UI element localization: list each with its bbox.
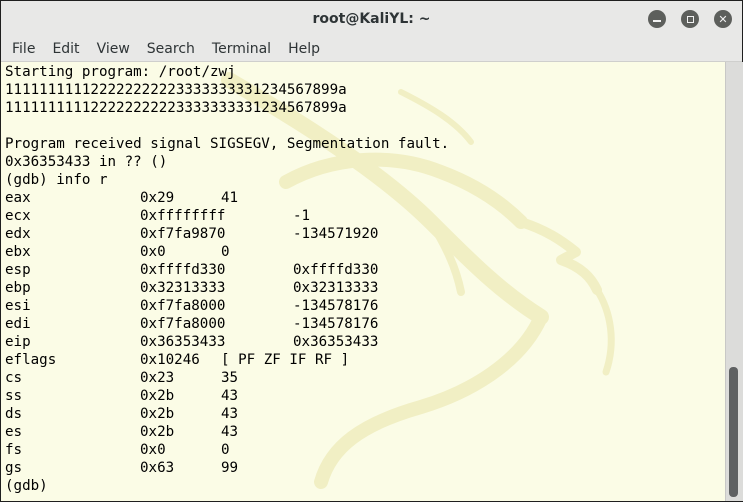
register-hex: 0x36353433 (140, 334, 226, 350)
register-value: 0x32313333 (293, 280, 379, 296)
register-row-cs: cs 0x23 35 (5, 369, 449, 387)
register-value: 0 (221, 244, 230, 260)
maximize-icon[interactable] (681, 10, 699, 28)
register-name: cs (5, 370, 23, 386)
register-row-ebp: ebp 0x32313333 0x32313333 (5, 279, 449, 297)
register-row-esp: esp 0xffffd330 0xffffd330 (5, 261, 449, 279)
register-row-edi: edi 0xf7fa8000 -134578176 (5, 315, 449, 333)
menu-view[interactable]: View (91, 37, 136, 61)
register-value: 43 (221, 424, 239, 440)
register-name: esi (5, 298, 31, 314)
register-hex: 0x32313333 (140, 280, 226, 296)
register-hex: 0x2b (140, 388, 175, 404)
register-hex: 0x0 (140, 442, 166, 458)
register-value: -1 (293, 208, 311, 224)
close-icon[interactable]: ✕ (714, 10, 732, 28)
register-hex: 0xf7fa9870 (140, 226, 226, 242)
register-name: edx (5, 226, 31, 242)
terminal-line: 111111111122222222223333333331234567899a (5, 100, 347, 116)
minimize-icon[interactable] (648, 10, 666, 28)
title-bar[interactable]: root@KaliYL: ~ ✕ (1, 1, 742, 37)
menu-edit[interactable]: Edit (46, 37, 85, 61)
menu-file[interactable]: File (6, 37, 41, 61)
register-value: 0 (221, 442, 230, 458)
register-value: 99 (221, 460, 239, 476)
menu-help[interactable]: Help (282, 37, 326, 61)
register-value: -134571920 (293, 226, 379, 242)
register-name: eflags (5, 352, 57, 368)
register-name: es (5, 424, 23, 440)
menu-bar: File Edit View Search Terminal Help (1, 37, 742, 62)
register-hex: 0xf7fa8000 (140, 298, 226, 314)
register-name: eip (5, 334, 31, 350)
terminal-output: Starting program: /root/zwj 1111111111222… (5, 63, 449, 495)
register-hex: 0xf7fa8000 (140, 316, 226, 332)
register-hex: 0x29 (140, 190, 175, 206)
register-hex: 0x2b (140, 406, 175, 422)
register-row-eip: eip 0x36353433 0x36353433 (5, 333, 449, 351)
register-value: -134578176 (293, 298, 379, 314)
register-hex: 0x2b (140, 424, 175, 440)
register-row-gs: gs 0x63 99 (5, 459, 449, 477)
vertical-scrollbar[interactable] (725, 62, 743, 501)
register-hex: 0x10246 (140, 352, 200, 368)
register-name: gs (5, 460, 23, 476)
register-name: eax (5, 190, 31, 206)
register-name: ds (5, 406, 23, 422)
register-name: fs (5, 442, 23, 458)
register-row-edx: edx 0xf7fa9870 -134571920 (5, 225, 449, 243)
terminal-line: 0x36353433 in ?? () (5, 154, 168, 170)
register-row-esi: esi 0xf7fa8000 -134578176 (5, 297, 449, 315)
window-title: root@KaliYL: ~ (312, 11, 431, 27)
register-row-fs: fs 0x0 0 (5, 441, 449, 459)
terminal-line: (gdb) info r (5, 172, 108, 188)
register-value: -134578176 (293, 316, 379, 332)
register-row-ebx: ebx 0x0 0 (5, 243, 449, 261)
register-hex: 0xffffd330 (140, 262, 226, 278)
register-hex: 0x23 (140, 370, 175, 386)
register-hex: 0xffffffff (140, 208, 226, 224)
register-name: edi (5, 316, 31, 332)
scrollbar-thumb[interactable] (729, 367, 738, 497)
menu-search[interactable]: Search (141, 37, 201, 61)
menu-terminal[interactable]: Terminal (206, 37, 277, 61)
register-name: esp (5, 262, 31, 278)
window-controls: ✕ (648, 10, 732, 28)
register-value: 35 (221, 370, 239, 386)
terminal-area[interactable]: Starting program: /root/zwj 1111111111222… (1, 62, 725, 501)
register-value: 0xffffd330 (293, 262, 379, 278)
terminal-line: 111111111122222222223333333331234567899a (5, 82, 347, 98)
register-row-eflags: eflags 0x10246 [ PF ZF IF RF ] (5, 351, 449, 369)
register-value: [ PF ZF IF RF ] (221, 352, 350, 368)
register-name: ebp (5, 280, 31, 296)
register-name: ebx (5, 244, 31, 260)
terminal-line: Starting program: /root/zwj (5, 64, 236, 80)
gdb-prompt[interactable]: (gdb) (5, 477, 449, 495)
register-row-eax: eax 0x29 41 (5, 189, 449, 207)
register-row-ds: ds 0x2b 43 (5, 405, 449, 423)
register-row-ecx: ecx 0xffffffff -1 (5, 207, 449, 225)
register-value: 43 (221, 388, 239, 404)
register-hex: 0x0 (140, 244, 166, 260)
register-value: 43 (221, 406, 239, 422)
register-value: 0x36353433 (293, 334, 379, 350)
terminal-line: Program received signal SIGSEGV, Segment… (5, 136, 450, 152)
register-row-ss: ss 0x2b 43 (5, 387, 449, 405)
register-value: 41 (221, 190, 239, 206)
terminal-window: root@KaliYL: ~ ✕ File Edit View Search T… (0, 0, 743, 502)
register-name: ecx (5, 208, 31, 224)
register-name: ss (5, 388, 23, 404)
register-hex: 0x63 (140, 460, 175, 476)
register-row-es: es 0x2b 43 (5, 423, 449, 441)
